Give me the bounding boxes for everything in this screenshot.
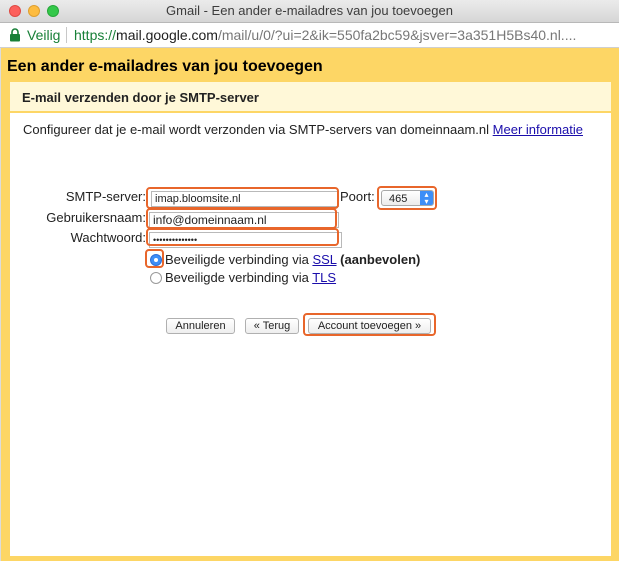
page-title: Een ander e-mailadres van jou toevoegen bbox=[7, 58, 323, 75]
username-highlight bbox=[146, 208, 337, 229]
url-path: /mail/u/0/?ui=2&ik=550fa2bc59&jsver=3a35… bbox=[217, 27, 577, 43]
smtp-panel: E-mail verzenden door je SMTP-server Con… bbox=[10, 82, 611, 556]
smtp-server-label: SMTP-server: bbox=[65, 189, 146, 204]
smtp-server-highlight bbox=[146, 187, 339, 209]
security-label: Veilig bbox=[27, 27, 61, 43]
cancel-button[interactable]: Annuleren bbox=[166, 318, 235, 334]
tls-link[interactable]: TLS bbox=[312, 270, 336, 285]
password-highlight bbox=[146, 228, 339, 246]
port-highlight bbox=[377, 186, 437, 210]
add-account-highlight bbox=[303, 313, 436, 336]
ssl-option-label: Beveiligde verbinding via SSL (aanbevole… bbox=[165, 252, 420, 267]
description-text: Configureer dat je e-mail wordt verzonde… bbox=[23, 122, 583, 137]
port-label: Poort: bbox=[340, 189, 375, 204]
url-scheme: https:// bbox=[74, 27, 117, 43]
window-title: Gmail - Een ander e-mailadres van jou to… bbox=[166, 3, 453, 18]
password-label: Wachtwoord: bbox=[70, 230, 146, 245]
tls-radio[interactable] bbox=[150, 272, 162, 284]
dialog-window: Een ander e-mailadres van jou toevoegen … bbox=[0, 48, 619, 561]
ssl-radio-highlight bbox=[145, 249, 164, 268]
ssl-recommended-text: (aanbevolen) bbox=[340, 252, 421, 267]
address-separator bbox=[66, 27, 67, 43]
address-bar[interactable]: Veilig https://mail.google.com/mail/u/0/… bbox=[0, 23, 619, 48]
ssl-label-text: Beveiligde verbinding via bbox=[165, 252, 309, 267]
lock-icon bbox=[10, 28, 20, 42]
tls-option-label: Beveiligde verbinding via TLS bbox=[165, 270, 336, 285]
more-info-link[interactable]: Meer informatie bbox=[493, 122, 583, 137]
description-body: Configureer dat je e-mail wordt verzonde… bbox=[23, 122, 490, 137]
tls-label-text: Beveiligde verbinding via bbox=[165, 270, 309, 285]
url-text[interactable]: https://mail.google.com/mail/u/0/?ui=2&i… bbox=[74, 23, 576, 47]
window-titlebar: Gmail - Een ander e-mailadres van jou to… bbox=[0, 0, 619, 23]
back-button[interactable]: « Terug bbox=[245, 318, 299, 334]
url-host: mail.google.com bbox=[116, 27, 218, 43]
section-divider bbox=[10, 111, 611, 113]
username-label: Gebruikersnaam: bbox=[46, 210, 146, 225]
section-title: E-mail verzenden door je SMTP-server bbox=[22, 90, 259, 105]
ssl-link[interactable]: SSL bbox=[312, 252, 336, 267]
